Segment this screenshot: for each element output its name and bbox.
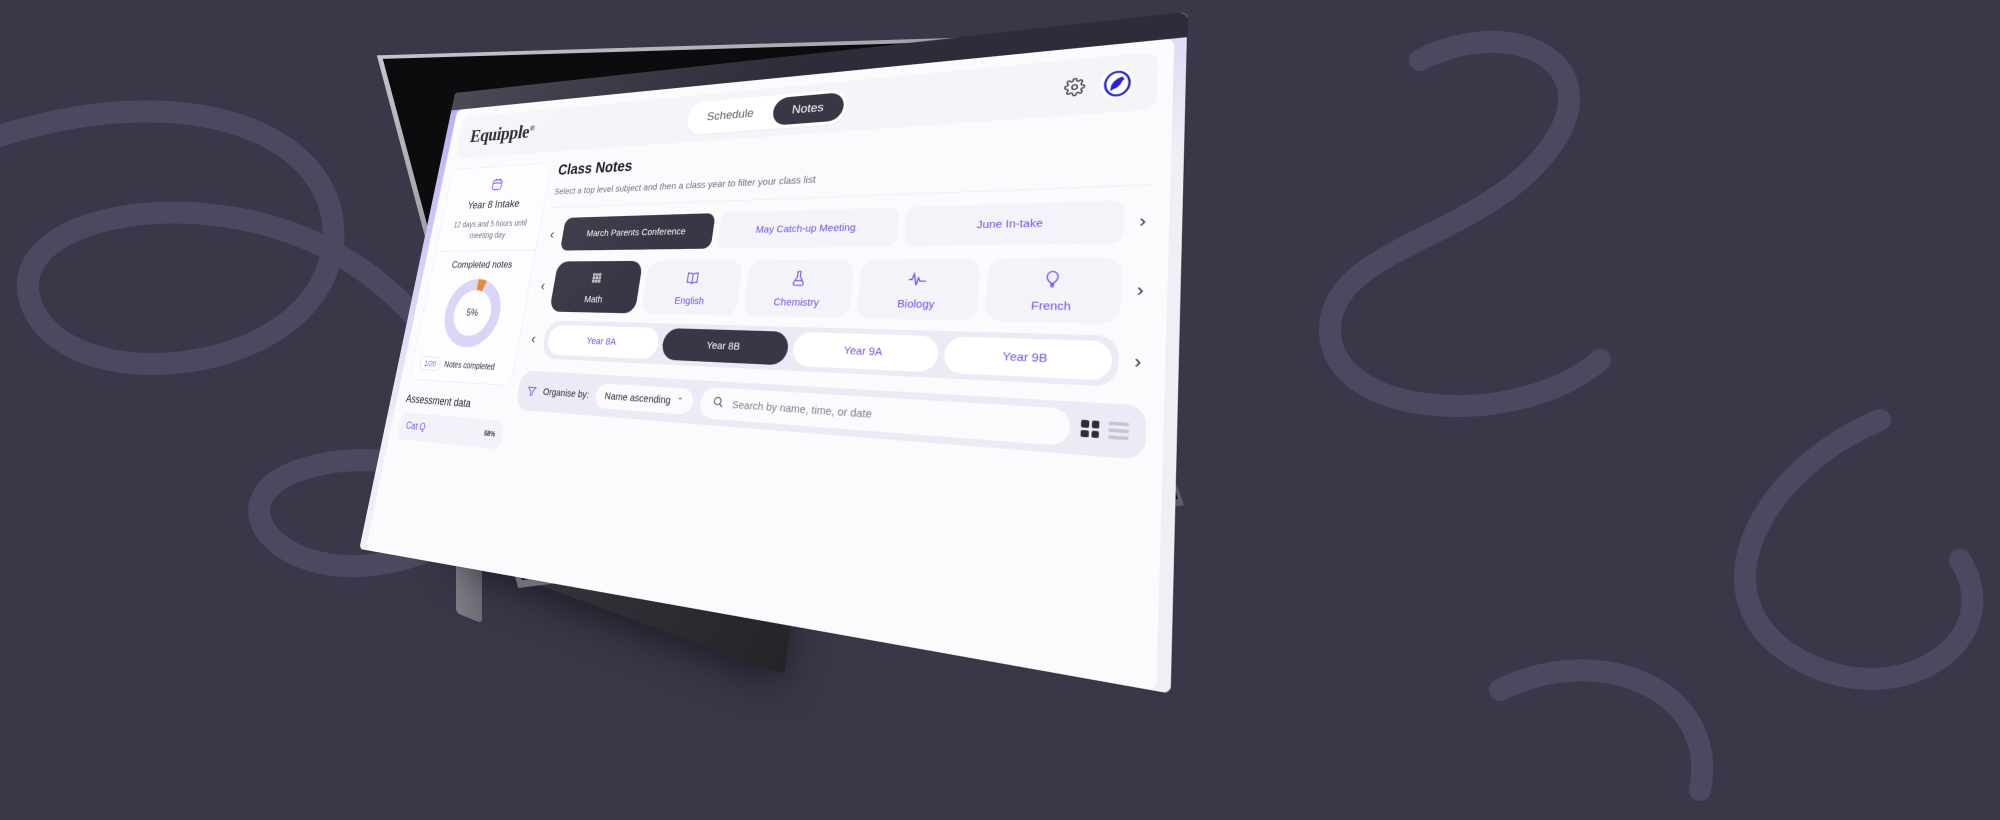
tablet-device: Equipple® Schedule Notes Year 8 Intake 1…	[0, 0, 2000, 820]
organise-by-label: Organise by:	[542, 386, 590, 401]
intake-countdown: 12 days and 5 hours until meeting day	[452, 217, 528, 241]
brand-logo-text: Equipple	[468, 121, 532, 147]
chevron-up-icon: ⌃	[676, 395, 684, 406]
list-view-icon[interactable]	[1107, 421, 1130, 441]
event-chip-march-parents-conference[interactable]: March Parents Conference	[559, 213, 716, 251]
view-tab-group: Schedule Notes	[684, 88, 849, 136]
app-body: Year 8 Intake 12 days and 5 hours until …	[366, 108, 1173, 691]
assessment-row[interactable]: Cat Q 58%	[397, 411, 505, 450]
subject-chip-biology[interactable]: Biology	[856, 258, 981, 321]
notes-fraction-badge: 1/20	[419, 355, 442, 371]
subject-label: Math	[583, 294, 604, 306]
subject-chip-english[interactable]: English	[640, 260, 744, 316]
event-filter-row: ‹ March Parents Conference May Catch-up …	[544, 199, 1154, 251]
view-toggle-group	[1080, 419, 1136, 441]
notes-completed-label: Notes completed	[443, 359, 496, 372]
sort-select-value: Name ascending	[603, 390, 672, 407]
tab-schedule[interactable]: Schedule	[688, 98, 774, 132]
application-window: Equipple® Schedule Notes Year 8 Intake 1…	[365, 38, 1175, 692]
subject-chip-chemistry[interactable]: Chemistry	[742, 259, 856, 319]
search-input[interactable]	[731, 398, 1055, 434]
subject-prev-arrow[interactable]: ‹	[536, 278, 550, 293]
gear-icon[interactable]	[1063, 77, 1085, 97]
year-chip-9b[interactable]: Year 9B	[942, 336, 1113, 381]
abacus-icon	[588, 270, 605, 289]
book-icon	[683, 270, 701, 290]
event-chip-track: March Parents Conference May Catch-up Me…	[559, 200, 1125, 251]
subject-label: Chemistry	[772, 296, 820, 309]
subject-chip-math[interactable]: Math	[549, 260, 644, 314]
intake-title: Year 8 Intake	[466, 197, 521, 212]
avatar[interactable]	[1099, 67, 1136, 100]
subject-label: French	[1030, 299, 1072, 314]
flask-icon	[789, 269, 809, 290]
header-actions	[1063, 67, 1136, 103]
year-chip-9a[interactable]: Year 9A	[791, 331, 940, 373]
notes-completed-row: 1/20 Notes completed	[419, 355, 507, 375]
subject-filter-row: ‹ Math English Chemistry Biology French …	[533, 257, 1152, 325]
completed-notes-heading: Completed notes	[450, 258, 514, 270]
event-chip-june-in-take[interactable]: June In-take	[903, 200, 1125, 247]
balloon-icon	[1041, 269, 1064, 293]
sidebar-divider	[436, 249, 536, 252]
subject-next-arrow[interactable]: ›	[1130, 280, 1151, 300]
subject-chip-track: Math English Chemistry Biology French	[549, 257, 1123, 325]
donut-percent-label: 5%	[465, 306, 480, 319]
year-chip-8a[interactable]: Year 8A	[545, 324, 661, 360]
event-next-arrow[interactable]: ›	[1133, 211, 1154, 231]
year-prev-arrow[interactable]: ‹	[527, 331, 541, 347]
main-panel: Class Notes Select a top level subject a…	[486, 124, 1156, 687]
subject-chip-french[interactable]: French	[984, 257, 1123, 325]
subject-label: English	[673, 295, 705, 307]
brand-logo: Equipple®	[468, 121, 536, 147]
search-icon	[710, 394, 724, 412]
event-prev-arrow[interactable]: ‹	[546, 227, 559, 242]
tab-notes[interactable]: Notes	[771, 92, 845, 126]
completed-notes-donut: 5%	[436, 276, 509, 351]
year-next-arrow[interactable]: ›	[1127, 351, 1148, 372]
year-chip-8b[interactable]: Year 8B	[660, 328, 790, 366]
event-chip-may-catch-up-meeting[interactable]: May Catch-up Meeting	[716, 207, 901, 249]
subject-label: Biology	[896, 297, 935, 311]
brand-registered-mark: ®	[528, 124, 536, 133]
calendar-icon	[489, 176, 505, 192]
pulse-icon	[907, 269, 928, 291]
grid-view-icon[interactable]	[1080, 419, 1100, 439]
funnel-icon[interactable]	[526, 384, 538, 397]
assessment-value: 58%	[483, 429, 496, 439]
assessment-data-heading: Assessment data	[405, 392, 472, 410]
search-field[interactable]	[698, 386, 1071, 447]
tablet-screen: Equipple® Schedule Notes Year 8 Intake 1…	[359, 12, 1188, 694]
sort-select[interactable]: Name ascending ⌃	[593, 382, 695, 415]
assessment-name: Cat Q	[405, 420, 427, 433]
